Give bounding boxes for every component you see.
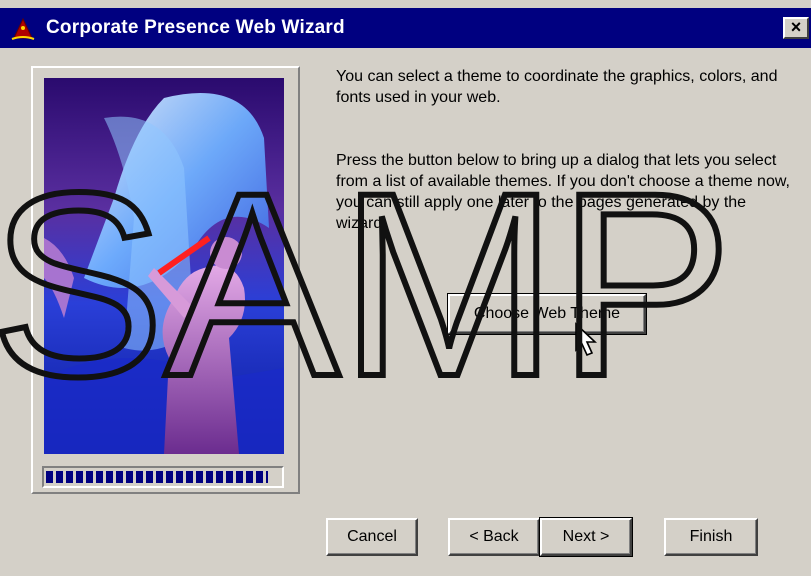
window-title: Corporate Presence Web Wizard [46, 17, 345, 38]
title-bar[interactable]: Corporate Presence Web Wizard × [0, 8, 811, 48]
wizard-illustration [44, 78, 284, 454]
finish-button[interactable]: Finish [664, 518, 758, 556]
theme-description: You can select a theme to coordinate the… [336, 68, 778, 106]
progress-fill [46, 471, 268, 483]
progress-bar [42, 466, 284, 488]
back-button[interactable]: < Back [448, 518, 540, 556]
next-button[interactable]: Next > [539, 517, 633, 557]
cancel-button[interactable]: Cancel [326, 518, 418, 556]
wizard-hat-icon [11, 17, 35, 40]
close-button[interactable]: × [783, 17, 809, 39]
choose-web-theme-button[interactable]: Choose Web Theme [447, 293, 647, 335]
theme-instructions: Press the button below to bring up a dia… [336, 152, 790, 232]
mouse-cursor-icon [575, 322, 598, 357]
